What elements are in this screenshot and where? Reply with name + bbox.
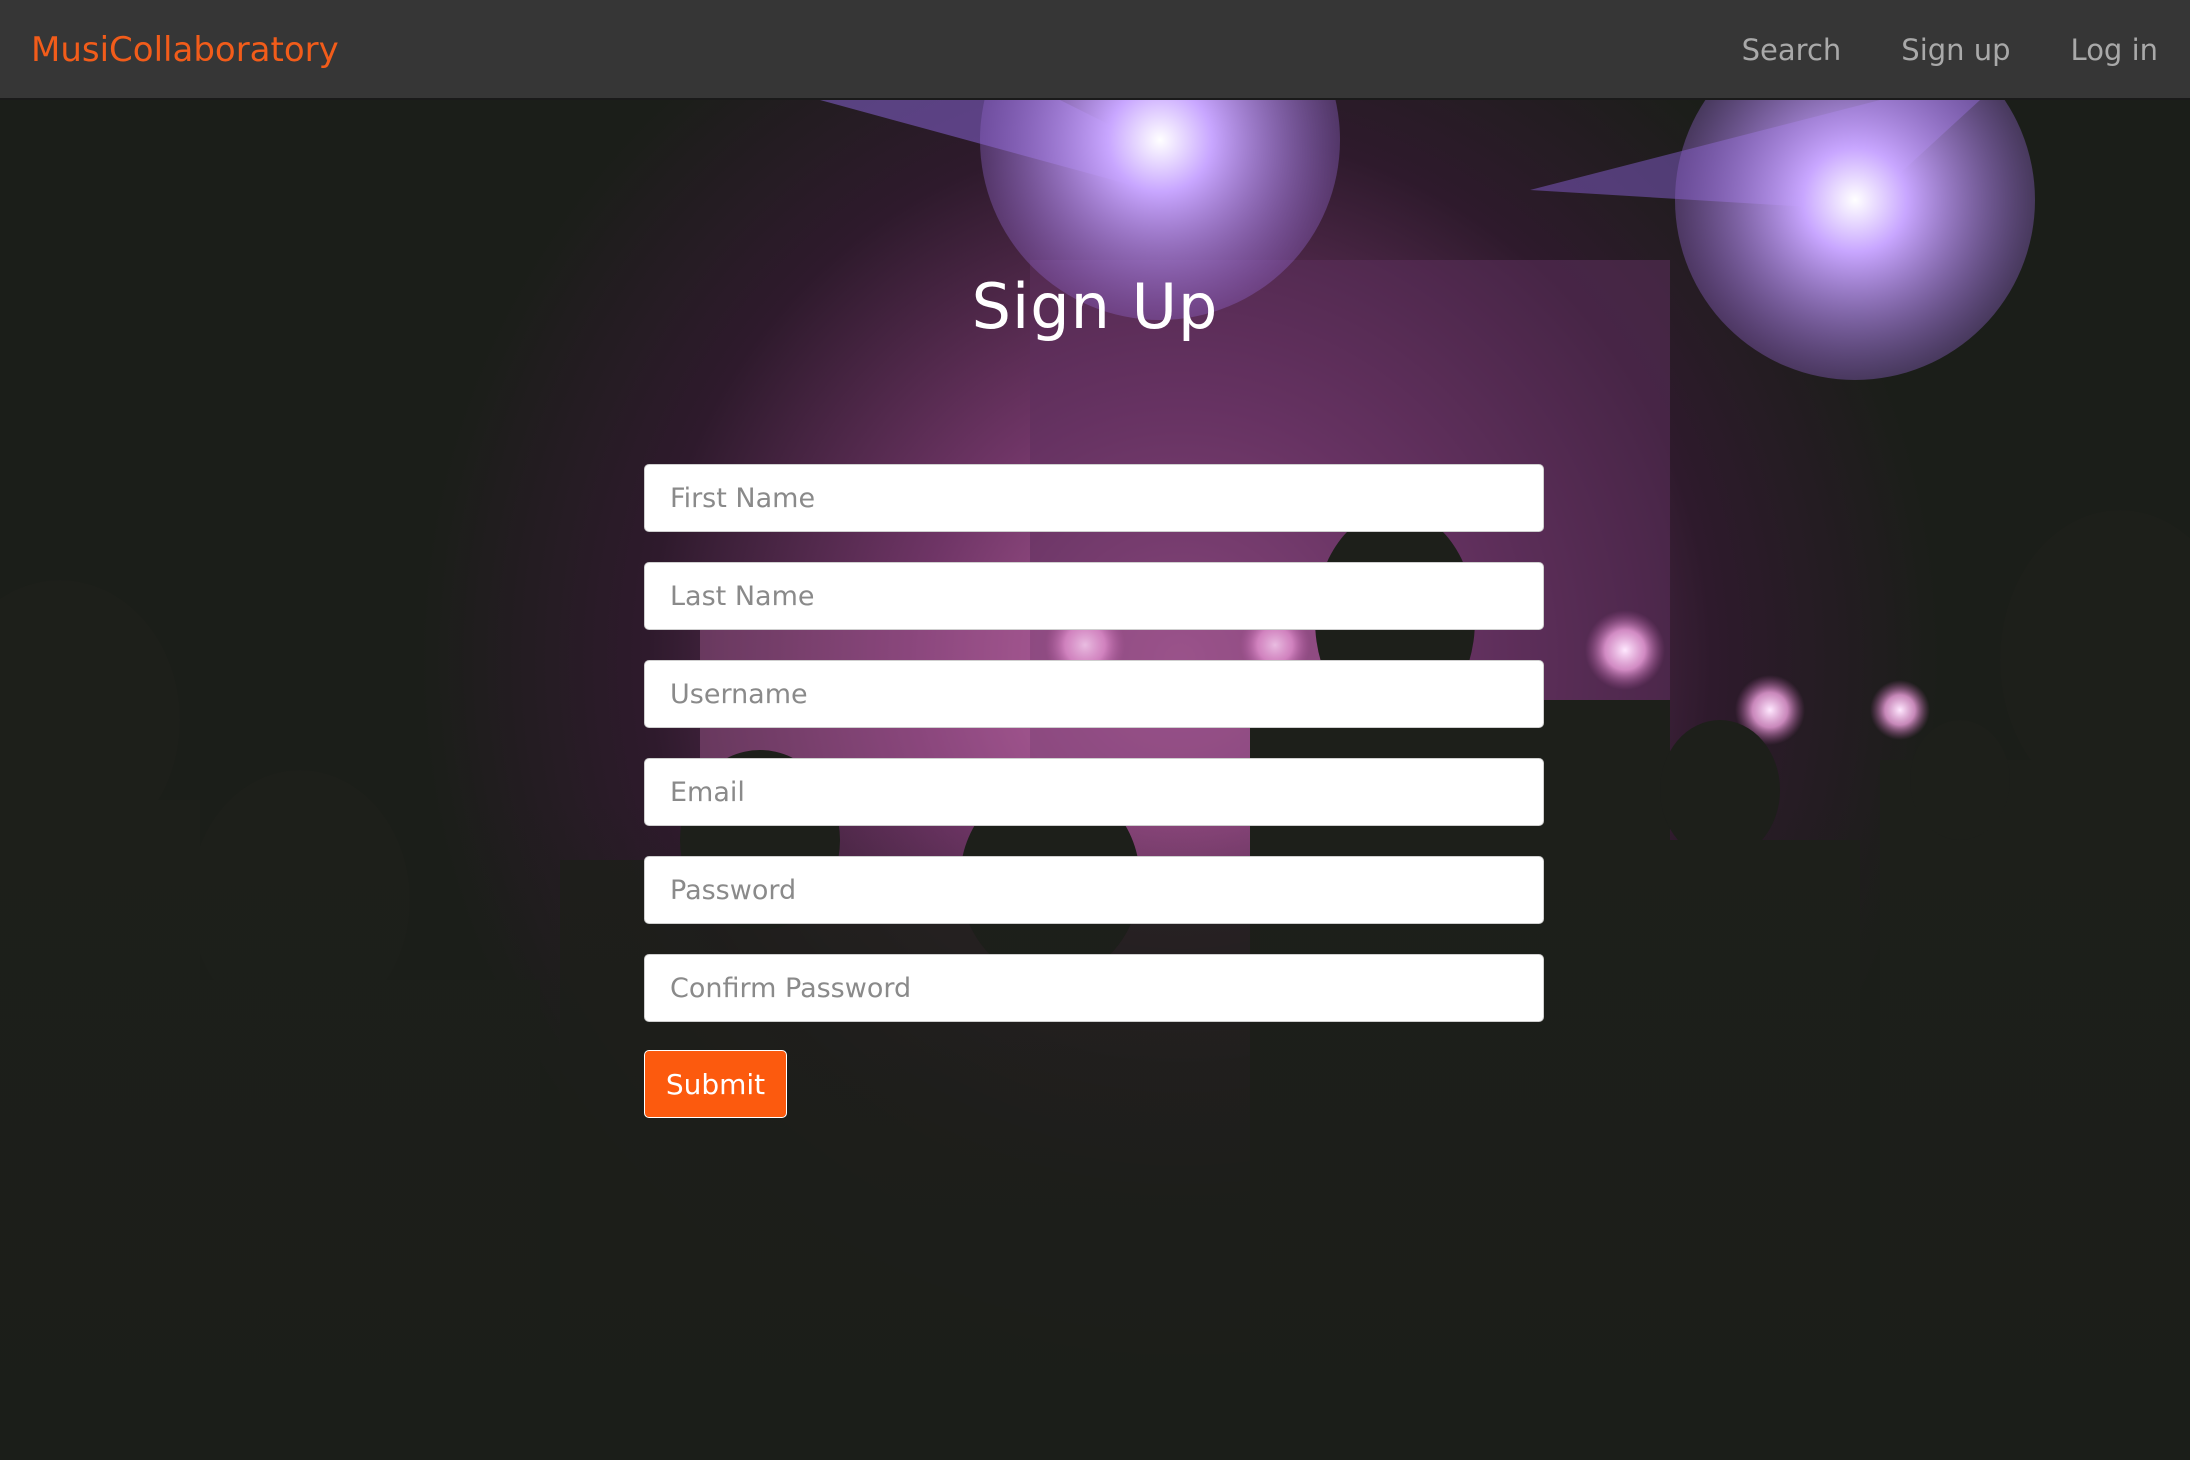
username-input[interactable] — [644, 660, 1544, 728]
brand-logo-link[interactable]: MusiCollaboratory — [31, 0, 339, 100]
signup-form: Submit — [644, 464, 1544, 1118]
password-input[interactable] — [644, 856, 1544, 924]
confirm-password-input[interactable] — [644, 954, 1544, 1022]
page-title: Sign Up — [971, 270, 1219, 343]
nav-login-link[interactable]: Log in — [2071, 33, 2158, 67]
last-name-input[interactable] — [644, 562, 1544, 630]
top-navbar: MusiCollaboratory Search Sign up Log in — [0, 0, 2190, 100]
first-name-input[interactable] — [644, 464, 1544, 532]
email-input[interactable] — [644, 758, 1544, 826]
nav-search-link[interactable]: Search — [1742, 33, 1842, 67]
hero-section: Sign Up Submit — [0, 100, 2190, 1460]
nav-links: Search Sign up Log in — [1742, 0, 2158, 100]
submit-button[interactable]: Submit — [644, 1050, 787, 1118]
nav-signup-link[interactable]: Sign up — [1901, 33, 2010, 67]
